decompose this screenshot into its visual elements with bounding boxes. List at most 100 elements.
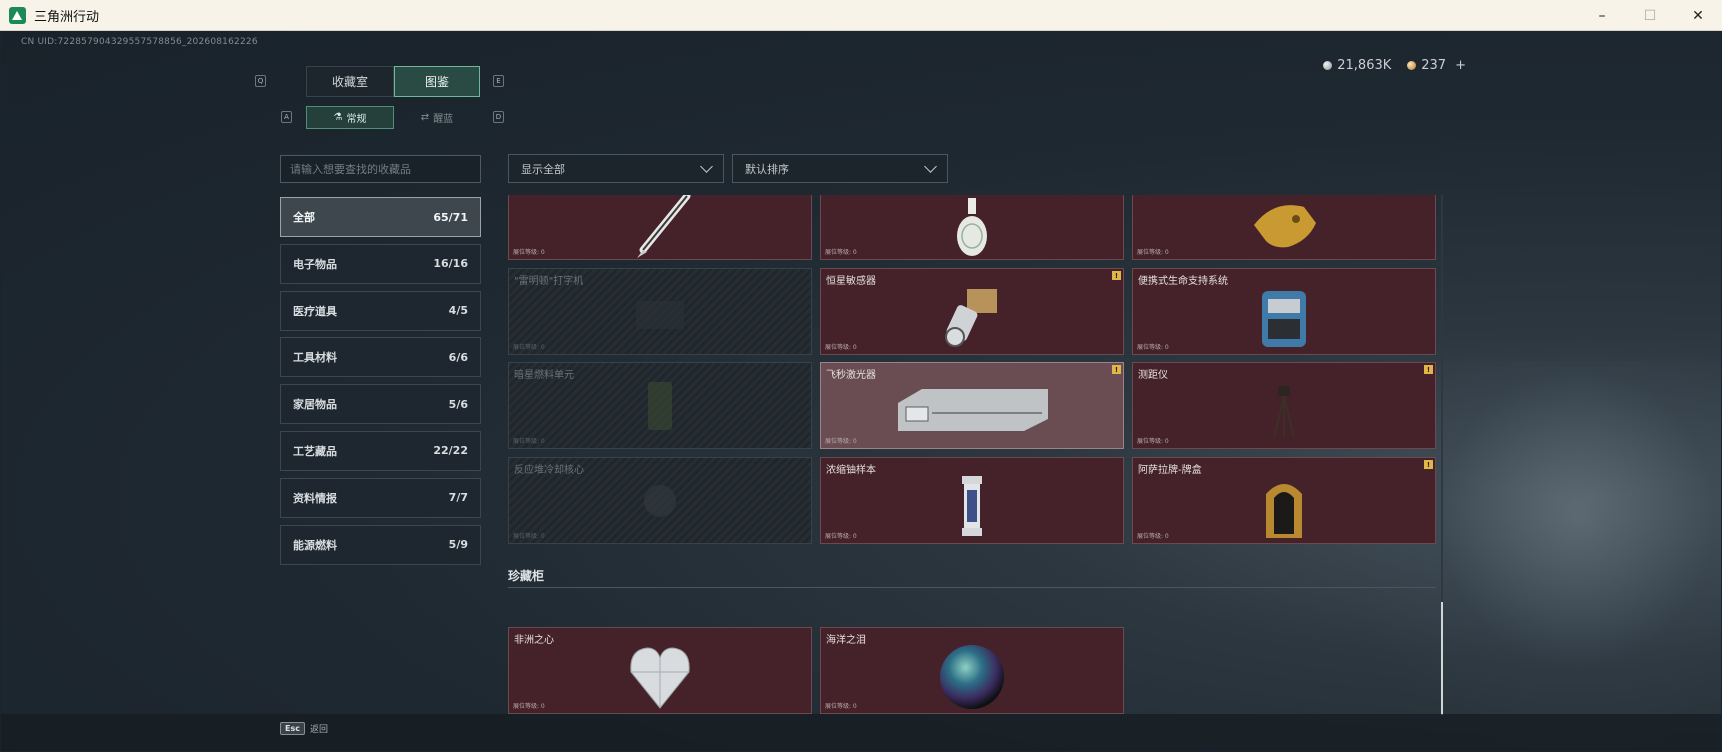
fuel-cell-icon <box>648 381 672 430</box>
key-hint-q: Q <box>255 75 266 87</box>
gold-coin-icon <box>1407 61 1417 70</box>
chevron-down-icon <box>700 159 713 173</box>
item-card-selected[interactable]: 飞秒激光器 ! 展位等级: 0 <box>820 362 1124 449</box>
category-item-crafts[interactable]: 工艺藏品 22/22 <box>280 430 481 471</box>
key-hint-d: D <box>493 111 504 123</box>
category-label: 全部 <box>293 211 315 224</box>
item-card-locked[interactable]: "雷明顿"打字机 展位等级: 0 <box>508 268 812 355</box>
window-controls: – ☐ ✕ <box>1578 0 1722 31</box>
app-logo-icon <box>9 6 26 24</box>
category-label: 工艺藏品 <box>293 444 337 458</box>
currency-silver-value: 21,863K <box>1337 58 1392 73</box>
category-item-energy[interactable]: 能源燃料 5/9 <box>280 524 481 565</box>
new-badge-icon: ! <box>1112 271 1121 280</box>
category-item-intel[interactable]: 资料情报 7/7 <box>280 477 481 518</box>
item-card[interactable]: 便携式生命支持系统 展位等级: 0 <box>1132 268 1436 355</box>
minimize-button[interactable]: – <box>1578 0 1626 31</box>
tab-codex[interactable]: 图鉴 <box>394 66 480 97</box>
new-badge-icon: ! <box>1424 365 1433 374</box>
add-currency-button[interactable]: + <box>1455 58 1466 73</box>
currency-gold[interactable]: 237 + <box>1407 58 1466 73</box>
item-name: "雷明顿"打字机 <box>514 276 584 287</box>
grid-scrollbar[interactable] <box>1441 195 1443 715</box>
item-level: 展位等级: 0 <box>513 344 545 351</box>
card-box-icon <box>1266 483 1302 538</box>
display-filter-dropdown[interactable]: 显示全部 <box>508 154 724 183</box>
item-card[interactable]: 非洲之心 展位等级: 0 <box>508 627 812 714</box>
reactor-core-icon <box>644 484 676 517</box>
sort-dropdown[interactable]: 默认排序 <box>732 154 948 183</box>
item-level: 展位等级: 0 <box>825 703 857 710</box>
item-card[interactable]: 浓缩铀样本 展位等级: 0 <box>820 457 1124 544</box>
subtab-regular[interactable]: ⚗ 常规 <box>306 106 394 129</box>
category-count: 65/71 <box>433 210 468 224</box>
item-card[interactable]: 恒星敏感器 ! 展位等级: 0 <box>820 268 1124 355</box>
category-count: 16/16 <box>433 257 468 271</box>
category-count: 22/22 <box>433 444 468 458</box>
golden-horse-head-icon <box>1254 204 1316 247</box>
new-badge-icon: ! <box>1112 365 1121 374</box>
item-level: 展位等级: 0 <box>513 438 545 445</box>
star-sensor-icon <box>945 288 997 347</box>
item-name: 飞秒激光器 <box>826 370 876 381</box>
item-card[interactable]: 海洋之泪 展位等级: 0 <box>820 627 1124 714</box>
currency-display: 21,863K 237 + <box>1323 58 1466 73</box>
category-item-household[interactable]: 家居物品 5/6 <box>280 384 481 425</box>
item-level: 展位等级: 0 <box>1137 533 1169 540</box>
category-item-medical[interactable]: 医疗道具 4/5 <box>280 290 481 331</box>
category-label: 能源燃料 <box>293 538 337 552</box>
category-item-all[interactable]: 全部 65/71 <box>280 197 481 237</box>
subtab-regular-label: 常规 <box>346 114 367 125</box>
item-name: 便携式生命支持系统 <box>1138 276 1228 287</box>
category-count: 5/9 <box>448 538 468 552</box>
item-grid: 展位等级: 0 展位等级: 0 展位等级: 0 "雷明顿"打字机 展位等级: 0 <box>508 195 1443 715</box>
porcelain-vase-icon <box>957 197 987 256</box>
subtab-blue-label: 醒蓝 <box>433 114 454 125</box>
uranium-sample-icon <box>962 475 982 536</box>
uid-label: CN UID:722857904329557578856_20260816222… <box>21 37 258 47</box>
item-level: 展位等级: 0 <box>1137 344 1169 351</box>
sort-value: 默认排序 <box>745 162 789 176</box>
new-badge-icon: ! <box>1424 460 1433 469</box>
close-button[interactable]: ✕ <box>1674 0 1722 31</box>
category-label: 资料情报 <box>293 491 337 505</box>
scrollbar-thumb[interactable] <box>1441 602 1443 715</box>
item-level: 展位等级: 0 <box>1137 438 1169 445</box>
ocean-tear-orb-icon <box>940 644 1004 709</box>
item-level: 展位等级: 0 <box>825 438 857 445</box>
item-card[interactable]: 展位等级: 0 <box>820 195 1124 260</box>
search-input[interactable] <box>280 155 481 183</box>
item-level: 展位等级: 0 <box>513 533 545 540</box>
item-card-locked[interactable]: 暗星燃料单元 展位等级: 0 <box>508 362 812 449</box>
item-level: 展位等级: 0 <box>513 249 545 256</box>
esc-key-icon: Esc <box>280 722 305 735</box>
item-name: 恒星敏感器 <box>826 276 876 287</box>
silver-coin-icon <box>1323 61 1333 70</box>
item-card-locked[interactable]: 反应堆冷却核心 展位等级: 0 <box>508 457 812 544</box>
item-card[interactable]: 展位等级: 0 <box>1132 195 1436 260</box>
category-count: 6/6 <box>448 350 468 364</box>
item-name: 测距仪 <box>1138 370 1168 381</box>
maximize-button[interactable]: ☐ <box>1626 0 1674 31</box>
treasure-section-title: 珍藏柜 <box>508 569 545 583</box>
item-name: 海洋之泪 <box>826 635 866 646</box>
display-filter-value: 显示全部 <box>521 162 565 176</box>
bottom-bar <box>1 714 1721 751</box>
item-name: 非洲之心 <box>514 635 554 646</box>
back-label: 返回 <box>309 725 328 735</box>
item-level: 展位等级: 0 <box>513 703 545 710</box>
back-button[interactable]: Esc 返回 <box>280 722 328 735</box>
currency-gold-value: 237 <box>1421 58 1447 73</box>
swap-icon: ⇄ <box>420 112 430 123</box>
tab-collection-room[interactable]: 收藏室 <box>306 66 394 97</box>
item-card[interactable]: 测距仪 ! 展位等级: 0 <box>1132 362 1436 449</box>
femtosecond-laser-icon <box>898 388 1048 431</box>
item-card[interactable]: 阿萨拉牌-牌盒 ! 展位等级: 0 <box>1132 457 1436 544</box>
subtab-blue[interactable]: ⇄ 醒蓝 <box>394 106 480 129</box>
currency-silver: 21,863K <box>1323 58 1391 73</box>
section-divider <box>508 587 1436 588</box>
item-level: 展位等级: 0 <box>1137 249 1169 256</box>
category-item-electronics[interactable]: 电子物品 16/16 <box>280 243 481 284</box>
category-item-tools[interactable]: 工具材料 6/6 <box>280 337 481 378</box>
item-card[interactable]: 展位等级: 0 <box>508 195 812 260</box>
